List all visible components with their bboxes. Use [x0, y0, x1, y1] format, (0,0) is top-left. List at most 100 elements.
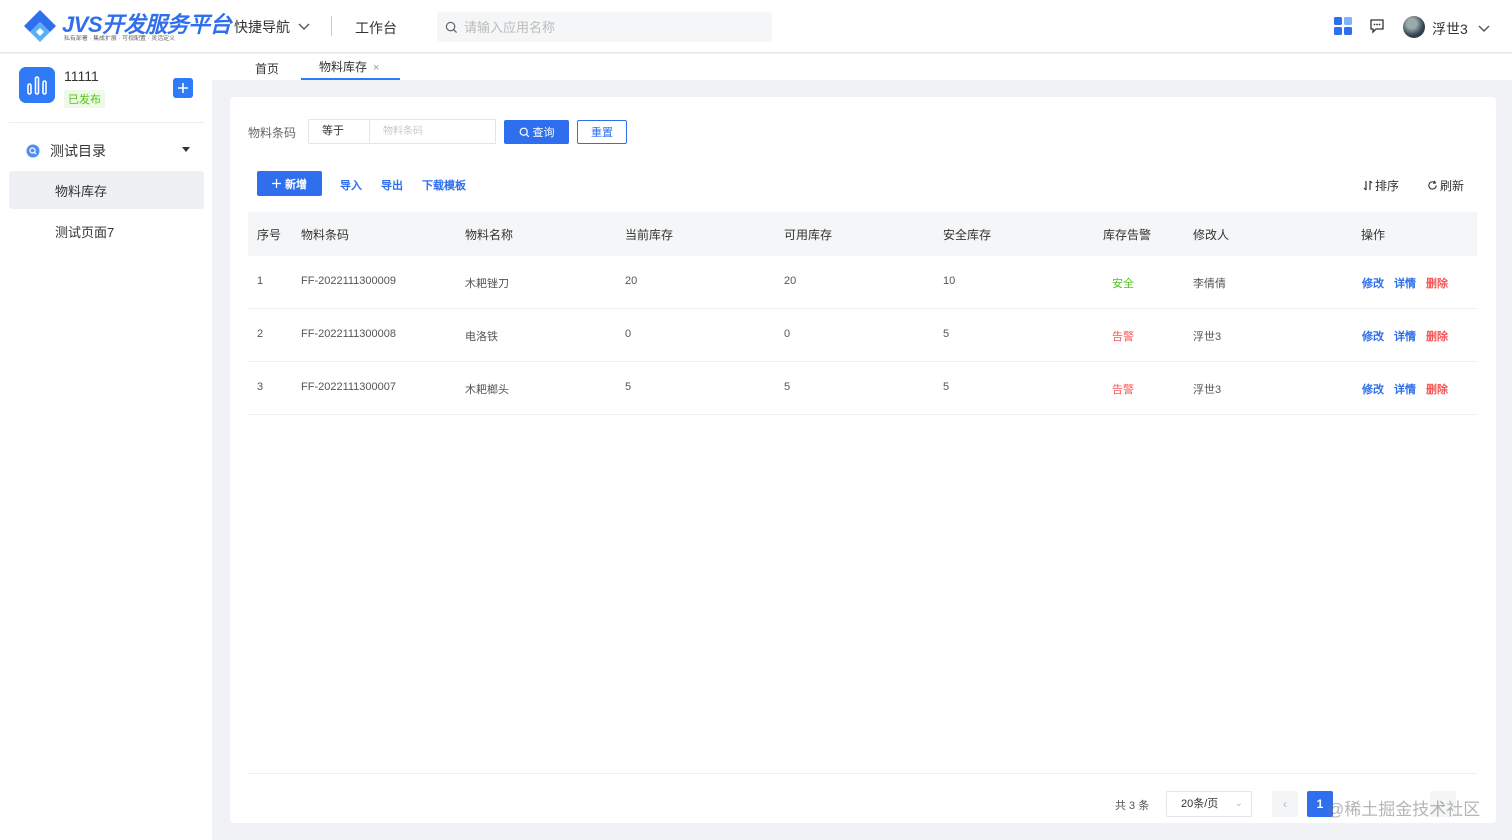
chevron-down-icon: ⌄ — [1234, 798, 1243, 809]
reset-button[interactable]: 重置 — [577, 120, 627, 144]
edit-button[interactable]: 修改 — [1362, 381, 1384, 397]
cell-alert: 告警 — [1112, 331, 1134, 343]
plus-icon — [272, 179, 281, 188]
column-header: 安全库存 — [943, 228, 992, 242]
add-button[interactable]: 新增 — [257, 171, 322, 196]
refresh-button[interactable]: 刷新 — [1427, 177, 1464, 194]
app-search — [437, 12, 772, 42]
column-header: 当前库存 — [625, 228, 674, 242]
nav-divider — [331, 16, 332, 36]
tab-material-stock[interactable]: 物料库存 × — [301, 58, 400, 80]
import-button[interactable]: 导入 — [340, 177, 362, 193]
column-header: 操作 — [1361, 228, 1386, 242]
cell-name: 木耙锉刀 — [465, 278, 509, 290]
search-input[interactable] — [464, 19, 754, 35]
search-folder-icon — [26, 144, 40, 158]
sidebar-group-test-directory[interactable]: 测试目录 — [9, 134, 204, 168]
chevron-down-icon — [1478, 25, 1490, 32]
app-chart-icon — [19, 67, 55, 103]
cell-no: 2 — [257, 328, 264, 340]
watermark: @稀土掘金技术社区 — [1327, 800, 1481, 819]
filter-label: 物料条码 — [248, 126, 297, 140]
cell-alert: 告警 — [1112, 384, 1134, 396]
delete-button[interactable]: 删除 — [1426, 328, 1448, 344]
sidebar-item-material-stock[interactable]: 物料库存 — [9, 171, 204, 209]
caret-down-icon — [182, 147, 190, 152]
cell-safety: 10 — [943, 275, 956, 287]
pager-total: 共 3 条 — [1115, 800, 1150, 812]
cell-safety: 5 — [943, 328, 950, 340]
search-icon — [519, 127, 529, 137]
sidebar-item-test-page7[interactable]: 测试页面7 — [9, 212, 204, 250]
search-icon — [445, 21, 458, 33]
page-tabs: 首页 物料库存 × — [212, 54, 1512, 80]
add-icon[interactable] — [173, 78, 193, 98]
edit-button[interactable]: 修改 — [1362, 328, 1384, 344]
apps-grid-icon[interactable] — [1334, 17, 1352, 35]
logo-subtitle: 私有部署 · 集成扩展 · 可视配置 · 灵活定义 — [64, 35, 176, 42]
filter-operator-select[interactable]: 等于 — [308, 119, 370, 144]
cell-modifier: 浮世3 — [1193, 384, 1222, 396]
prev-page-button[interactable]: ‹ — [1272, 791, 1298, 817]
cell-available: 20 — [784, 275, 797, 287]
filter-value-input[interactable] — [370, 119, 496, 144]
detail-button[interactable]: 详情 — [1394, 275, 1416, 291]
detail-button[interactable]: 详情 — [1394, 328, 1416, 344]
add-label: 新增 — [285, 178, 307, 191]
column-header: 修改人 — [1193, 228, 1230, 242]
avatar[interactable] — [1403, 16, 1425, 38]
sort-button[interactable]: 排序 — [1363, 177, 1399, 194]
chevron-down-icon — [298, 23, 310, 30]
message-icon[interactable] — [1369, 18, 1385, 34]
sidebar-group-label: 测试目录 — [50, 143, 106, 159]
table-row: 2 FF-2022111300008 电洛铁 0 0 5 告警 浮世3 修改 详… — [248, 309, 1477, 362]
column-header: 库存告警 — [1103, 228, 1152, 242]
cell-no: 3 — [257, 381, 264, 393]
detail-button[interactable]: 详情 — [1394, 381, 1416, 397]
cell-alert: 安全 — [1112, 278, 1134, 290]
column-header: 物料条码 — [301, 228, 350, 242]
table-row: 1 FF-2022111300009 木耙锉刀 20 20 10 安全 李倩倩 … — [248, 256, 1477, 309]
query-button[interactable]: 查询 — [504, 120, 569, 144]
cell-current: 20 — [625, 275, 638, 287]
workbench-link[interactable]: 工作台 — [355, 18, 397, 38]
tab-label: 首页 — [255, 62, 280, 76]
cell-code: FF-2022111300008 — [301, 328, 396, 340]
delete-button[interactable]: 删除 — [1426, 381, 1448, 397]
export-button[interactable]: 导出 — [381, 177, 403, 193]
quick-nav-label: 快捷导航 — [234, 19, 290, 35]
sort-icon — [1363, 180, 1373, 191]
user-menu[interactable]: 浮世3 — [1432, 19, 1490, 39]
cell-available: 0 — [784, 328, 791, 340]
cell-modifier: 李倩倩 — [1193, 278, 1226, 290]
top-header: JVS开发服务平台 私有部署 · 集成扩展 · 可视配置 · 灵活定义 快捷导航… — [0, 0, 1512, 53]
tab-label: 物料库存 — [319, 60, 368, 74]
delete-button[interactable]: 删除 — [1426, 275, 1448, 291]
edit-button[interactable]: 修改 — [1362, 275, 1384, 291]
page-size-select[interactable]: 20条/页 ⌄ — [1166, 791, 1252, 817]
quick-nav-menu[interactable]: 快捷导航 — [234, 17, 310, 37]
username: 浮世3 — [1432, 21, 1468, 37]
column-header: 物料名称 — [465, 228, 514, 242]
cell-current: 0 — [625, 328, 632, 340]
cell-code: FF-2022111300007 — [301, 381, 396, 393]
cell-modifier: 浮世3 — [1193, 331, 1222, 343]
cell-code: FF-2022111300009 — [301, 275, 396, 287]
column-header: 可用库存 — [784, 228, 833, 242]
status-badge: 已发布 — [64, 90, 105, 108]
logo[interactable]: JVS开发服务平台 私有部署 · 集成扩展 · 可视配置 · 灵活定义 — [22, 6, 232, 46]
main-card: 物料条码 等于 查询 重置 新增 导入 导出 下载模板 排序 刷新 序号 物料条… — [230, 97, 1496, 823]
refresh-icon — [1428, 180, 1437, 190]
cell-safety: 5 — [943, 381, 950, 393]
pager-divider — [248, 773, 1477, 774]
download-template-button[interactable]: 下载模板 — [422, 177, 466, 193]
query-label: 查询 — [532, 127, 555, 139]
cell-current: 5 — [625, 381, 632, 393]
table-row: 3 FF-2022111300007 木耙榔头 5 5 5 告警 浮世3 修改 … — [248, 362, 1477, 415]
app-name: 11111 — [64, 68, 99, 84]
sidebar: 11111 已发布 测试目录 物料库存 测试页面7 — [0, 54, 212, 840]
tab-home[interactable]: 首页 — [255, 60, 279, 82]
cell-name: 木耙榔头 — [465, 384, 509, 396]
cell-name: 电洛铁 — [465, 331, 498, 343]
close-icon[interactable]: × — [373, 62, 379, 74]
